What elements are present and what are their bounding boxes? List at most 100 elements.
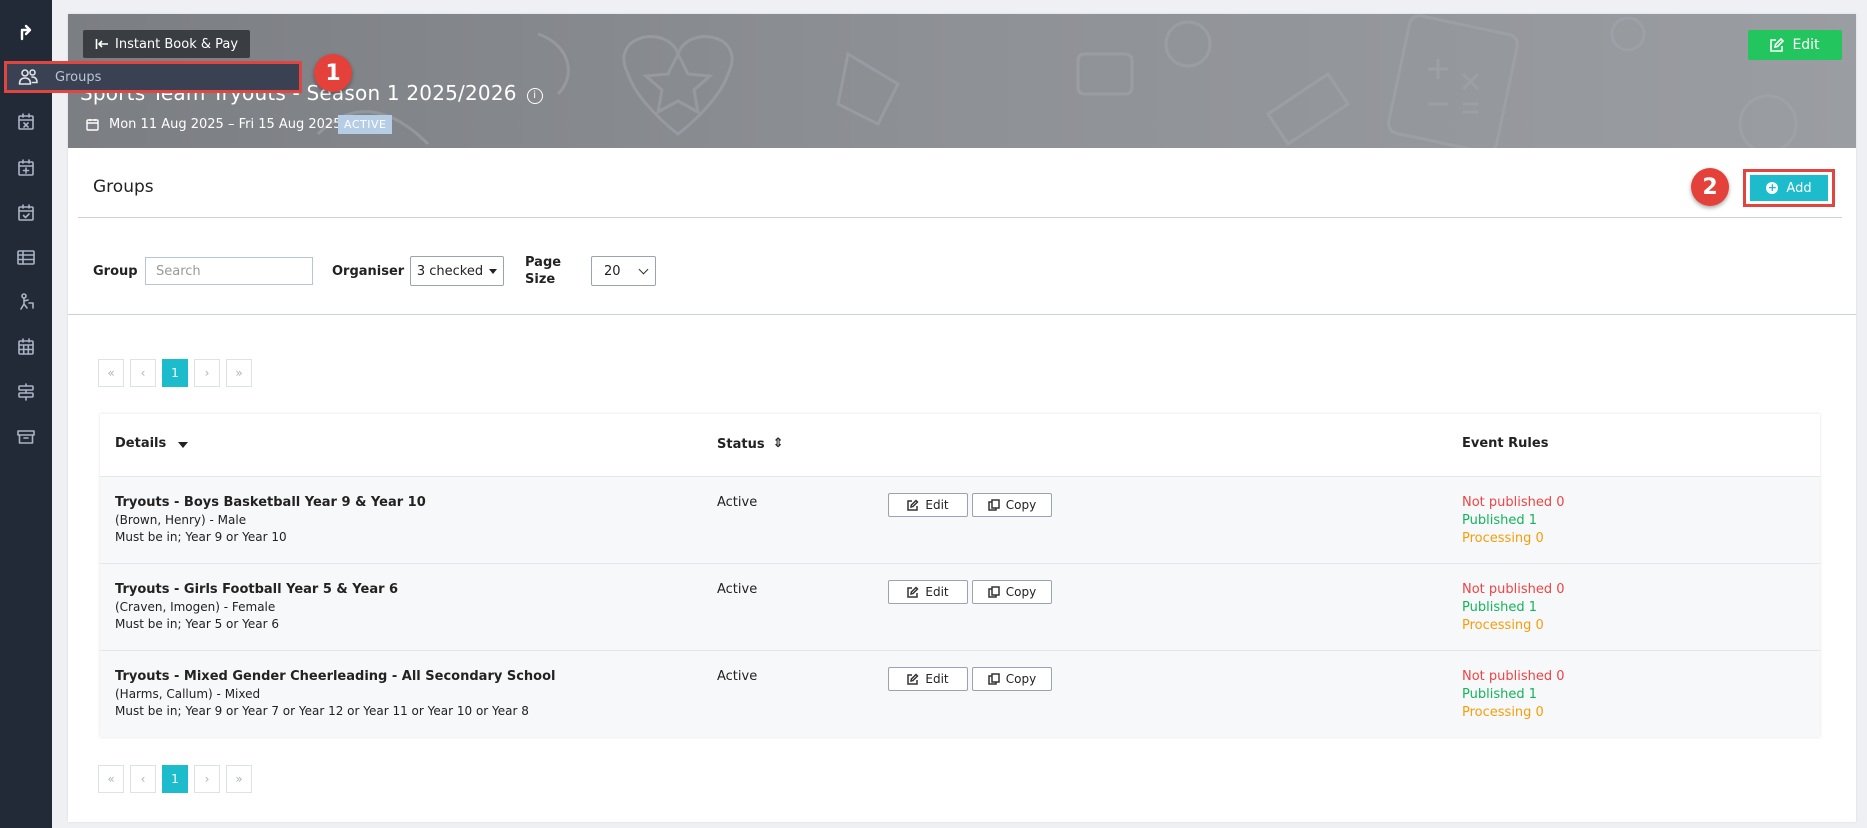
- divider: [78, 217, 1842, 218]
- rule-not-published: Not published 0: [1462, 495, 1565, 510]
- divider: [68, 314, 1856, 315]
- section-title: Groups: [93, 177, 154, 197]
- group-status: Active: [717, 495, 758, 510]
- page-size-label-line2: Size: [525, 272, 556, 287]
- group-name: Tryouts - Boys Basketball Year 9 & Year …: [115, 495, 426, 510]
- edit-event-button[interactable]: Edit: [1748, 30, 1842, 60]
- pager-last[interactable]: »: [226, 765, 252, 793]
- group-eligibility: Must be in; Year 5 or Year 6: [115, 617, 279, 631]
- back-button-label: Instant Book & Pay: [115, 36, 239, 52]
- rule-not-published: Not published 0: [1462, 582, 1565, 597]
- edit-icon: [907, 673, 919, 685]
- group-search-input[interactable]: [145, 257, 313, 285]
- column-header-label: Details: [115, 436, 167, 451]
- add-button-highlight: + Add: [1743, 169, 1835, 207]
- add-button-label: Add: [1786, 180, 1812, 196]
- pager-first[interactable]: «: [98, 765, 124, 793]
- page-size-value: 20: [604, 263, 621, 279]
- pagination-bottom: « ‹ 1 › »: [98, 765, 258, 793]
- copy-group-button[interactable]: Copy: [972, 493, 1052, 517]
- back-arrow-icon: [95, 39, 108, 49]
- sidebar-item-groups[interactable]: Groups: [4, 61, 302, 93]
- group-organiser: (Harms, Callum) - Mixed: [115, 687, 261, 701]
- rule-published: Published 1: [1462, 600, 1537, 615]
- sort-icon: ⇕: [772, 436, 784, 451]
- edit-group-button[interactable]: Edit: [888, 493, 968, 517]
- rule-processing: Processing 0: [1462, 705, 1544, 720]
- page-size-label-line1: Page: [525, 255, 562, 270]
- copy-group-button[interactable]: Copy: [972, 580, 1052, 604]
- main-panel: Instant Book & Pay Sports Team Tryouts -…: [68, 14, 1856, 822]
- plus-circle-icon: +: [1766, 181, 1779, 194]
- pager-last[interactable]: »: [226, 359, 252, 387]
- pager-page-1[interactable]: 1: [162, 765, 188, 793]
- pager-next[interactable]: ›: [194, 765, 220, 793]
- pager-prev[interactable]: ‹: [130, 765, 156, 793]
- copy-group-button[interactable]: Copy: [972, 667, 1052, 691]
- group-eligibility: Must be in; Year 9 or Year 7 or Year 12 …: [115, 704, 529, 718]
- column-header-status[interactable]: Status ⇕: [717, 436, 783, 452]
- table-header: Details Status ⇕ Event Rules: [100, 414, 1820, 477]
- sidebar-item-label: Groups: [55, 69, 102, 85]
- back-button[interactable]: Instant Book & Pay: [83, 30, 251, 58]
- rule-published: Published 1: [1462, 687, 1537, 702]
- add-group-button[interactable]: + Add: [1750, 175, 1828, 201]
- rule-published: Published 1: [1462, 513, 1537, 528]
- signpost-icon[interactable]: [12, 378, 40, 406]
- page-size-select[interactable]: 20: [591, 256, 656, 286]
- group-name: Tryouts - Girls Football Year 5 & Year 6: [115, 582, 399, 597]
- copy-label: Copy: [1005, 672, 1037, 686]
- status-badge: ACTIVE: [338, 115, 393, 134]
- calendar-x-icon[interactable]: [12, 108, 40, 136]
- caret-down-icon: [489, 268, 498, 274]
- edit-group-button[interactable]: Edit: [888, 580, 968, 604]
- organiser-value: 3 checked: [416, 263, 484, 279]
- copy-icon: [988, 586, 1000, 598]
- sidebar: [0, 0, 52, 828]
- copy-icon: [988, 673, 1000, 685]
- groups-table: Details Status ⇕ Event Rules Tryouts - Bo…: [100, 414, 1820, 737]
- edit-icon: [1770, 38, 1785, 52]
- info-icon[interactable]: i: [526, 88, 543, 104]
- edit-event-label: Edit: [1792, 37, 1820, 53]
- group-status: Active: [717, 669, 758, 684]
- page-size-label: Page Size: [525, 254, 561, 288]
- group-status: Active: [717, 582, 758, 597]
- copy-icon: [988, 499, 1000, 511]
- organiser-dropdown[interactable]: 3 checked: [410, 256, 504, 286]
- calendar-grid-icon[interactable]: [12, 333, 40, 361]
- calendar-plus-icon[interactable]: [12, 154, 40, 182]
- pager-prev[interactable]: ‹: [130, 359, 156, 387]
- event-date: Mon 11 Aug 2025 – Fri 15 Aug 2025: [86, 117, 341, 132]
- edit-group-button[interactable]: Edit: [888, 667, 968, 691]
- group-name: Tryouts - Mixed Gender Cheerleading - Al…: [115, 669, 556, 684]
- chevron-down-icon: [638, 264, 649, 275]
- calendar-icon: [86, 119, 99, 131]
- rule-not-published: Not published 0: [1462, 669, 1565, 684]
- calendar-check-icon[interactable]: [12, 199, 40, 227]
- table-row: Tryouts - Boys Basketball Year 9 & Year …: [100, 477, 1820, 564]
- pager-next[interactable]: ›: [194, 359, 220, 387]
- rule-processing: Processing 0: [1462, 531, 1544, 546]
- users-icon: [13, 64, 43, 90]
- edit-label: Edit: [925, 498, 949, 512]
- arrow-up-icon[interactable]: [12, 18, 40, 46]
- archive-icon[interactable]: [12, 423, 40, 451]
- table-row: Tryouts - Mixed Gender Cheerleading - Al…: [100, 651, 1820, 737]
- sort-down-icon: [178, 442, 189, 448]
- group-filter-label: Group: [93, 264, 138, 279]
- table-row: Tryouts - Girls Football Year 5 & Year 6…: [100, 564, 1820, 651]
- column-header-details[interactable]: Details: [115, 436, 189, 451]
- callout-badge-1: 1: [314, 54, 352, 92]
- group-eligibility: Must be in; Year 9 or Year 10: [115, 530, 287, 544]
- organiser-filter-label: Organiser: [332, 264, 405, 279]
- pager-page-1[interactable]: 1: [162, 359, 188, 387]
- group-organiser: (Craven, Imogen) - Female: [115, 600, 276, 614]
- column-header-event-rules: Event Rules: [1462, 436, 1549, 451]
- person-activity-icon[interactable]: [12, 288, 40, 316]
- edit-icon: [907, 499, 919, 511]
- table-icon[interactable]: [12, 243, 40, 271]
- column-header-label: Status: [717, 437, 765, 452]
- copy-label: Copy: [1005, 498, 1037, 512]
- pager-first[interactable]: «: [98, 359, 124, 387]
